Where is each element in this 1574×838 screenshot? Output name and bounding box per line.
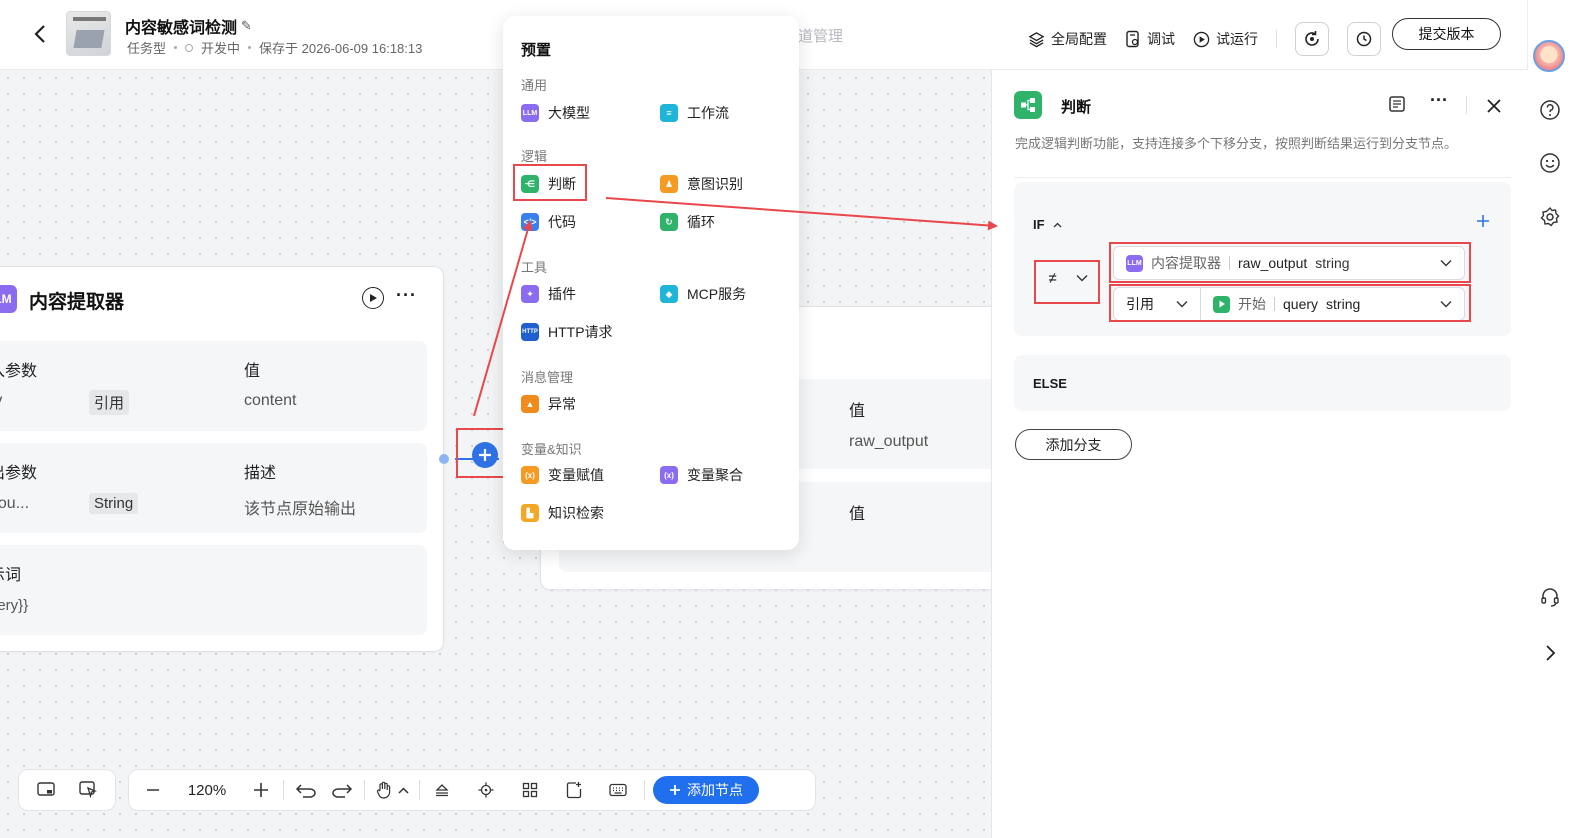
zoom-in-icon[interactable] <box>243 775 279 805</box>
toolbar-divider <box>364 780 365 800</box>
canvas-toolbar: 120% 添加节点 <box>128 769 816 811</box>
redo-icon[interactable] <box>324 775 360 805</box>
add-node-label: 添加节点 <box>687 782 743 798</box>
zoom-out-icon[interactable] <box>135 775 171 805</box>
chevron-up-icon <box>397 786 409 794</box>
add-node-button[interactable]: 添加节点 <box>653 776 759 804</box>
view-toolbar <box>18 769 116 811</box>
toolbar-divider <box>283 780 284 800</box>
minimap-icon[interactable] <box>29 775 63 805</box>
align-icon[interactable] <box>424 775 460 805</box>
locate-icon[interactable] <box>468 775 504 805</box>
add-note-icon[interactable] <box>556 775 592 805</box>
arrow-judge-to-panel <box>605 197 998 231</box>
annotation-arrows <box>473 197 998 417</box>
select-mode-icon[interactable] <box>71 775 105 805</box>
keyboard-icon[interactable] <box>600 775 636 805</box>
toolbar-divider <box>644 780 645 800</box>
arrow-plus-to-judge <box>473 220 533 417</box>
undo-icon[interactable] <box>288 775 324 805</box>
layout-grid-icon[interactable] <box>512 775 548 805</box>
toolbar-divider <box>419 780 420 800</box>
plus-icon <box>670 785 680 795</box>
zoom-level[interactable]: 120% <box>171 782 243 799</box>
hand-pan-icon[interactable] <box>369 775 415 805</box>
